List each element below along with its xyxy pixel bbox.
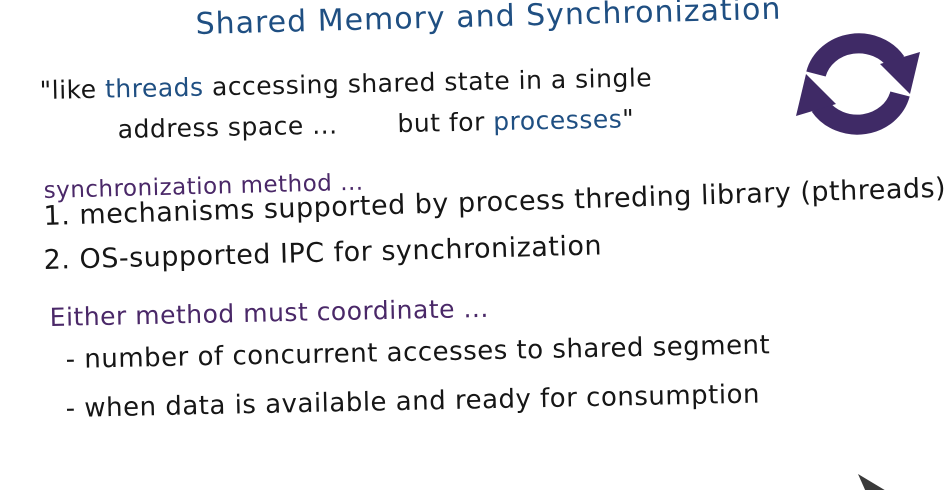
quote-text: accessing shared state in a single — [203, 63, 653, 102]
quote-text: but for — [397, 107, 494, 139]
coordinate-bullet-2: - when data is available and ready for c… — [65, 379, 761, 424]
open-quote: " — [39, 75, 53, 105]
sync-method-item-2: 2. OS-supported IPC for synchronization — [43, 230, 603, 276]
highlight-processes: processes — [492, 104, 623, 137]
close-quote: " — [621, 104, 635, 134]
highlight-threads: threads — [104, 72, 204, 104]
lecture-slide: Shared Memory and Synchronization "like … — [0, 0, 952, 490]
coordinate-bullet-1: - number of concurrent accesses to share… — [65, 330, 771, 375]
either-method-heading: Either method must coordinate ... — [49, 293, 490, 332]
slide-title: Shared Memory and Synchronization — [195, 0, 782, 42]
quote-text: address space ... — [117, 110, 338, 144]
refresh-cycle-icon — [796, 33, 920, 135]
quote-line-1: "like threads accessing shared state in … — [39, 63, 653, 105]
quote-line-2: address space ... but for processes" — [117, 104, 635, 144]
quote-text: like — [51, 74, 106, 105]
pen-cursor-icon — [858, 474, 885, 490]
